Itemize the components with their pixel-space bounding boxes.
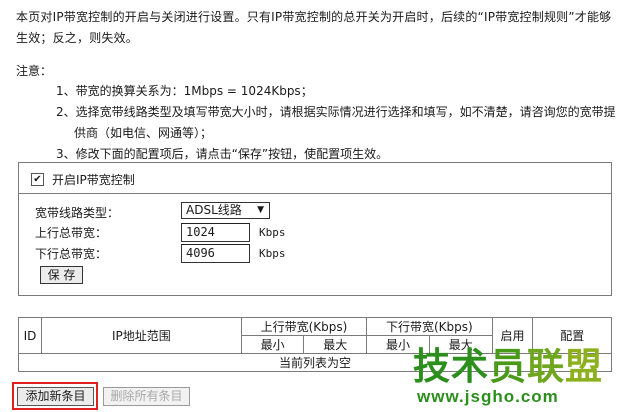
down-bandwidth-input[interactable]: 4096 (181, 244, 250, 263)
enable-control-row[interactable]: ✔ 开启IP带宽控制 (31, 171, 135, 188)
down-bandwidth-unit: Kbps (259, 247, 286, 260)
up-bandwidth-label: 上行总带宽： (35, 226, 108, 240)
col-id-header: ID (18, 317, 42, 354)
notes-title: 注意： (16, 64, 53, 78)
rules-table: ID IP地址范围 上行带宽(Kbps) 下行带宽(Kbps) 启用 配置 最小… (18, 317, 612, 372)
line-type-label: 宽带线路类型： (35, 206, 120, 220)
col-config-header: 配置 (532, 317, 612, 354)
add-entry-button[interactable]: 添加新条目 (17, 387, 94, 406)
col-up-bandwidth-header: 上行带宽(Kbps) (240, 317, 368, 336)
checkmark-icon: ✔ (33, 173, 42, 185)
dropdown-arrow-icon: ▼ (257, 205, 264, 215)
col-down-bandwidth-header: 下行带宽(Kbps) (366, 317, 493, 336)
bandwidth-settings-panel: 宽带线路类型： ADSL线路 ▼ 上行总带宽： 1024 Kbps 下行总带宽：… (18, 193, 612, 296)
up-bandwidth-unit: Kbps (259, 226, 286, 239)
down-min-header: 最小 (366, 335, 430, 354)
table-empty-row: 当前列表为空 (18, 353, 612, 372)
note-item-2: 2、选择宽带线路类型及填写带宽大小时，请根据实际情况进行选择和填写，如不清楚，请… (56, 105, 616, 119)
up-min-header: 最小 (240, 335, 305, 354)
line-type-select[interactable]: ADSL线路 ▼ (181, 202, 270, 219)
down-max-header: 最大 (428, 335, 493, 354)
col-ip-range-header: IP地址范围 (40, 317, 242, 354)
intro-text: 本页对IP带宽控制的开启与关闭进行设置。只有IP带宽控制的总开关为开启时，后续的… (16, 7, 628, 49)
enable-control-panel: ✔ 开启IP带宽控制 (18, 162, 612, 194)
down-bandwidth-label: 下行总带宽： (35, 247, 108, 261)
delete-all-button[interactable]: 删除所有条目 (103, 387, 190, 406)
enable-label: 开启IP带宽控制 (52, 173, 135, 187)
intro-line-1: 本页对IP带宽控制的开启与关闭进行设置。只有IP带宽控制的总开关为开启时，后续的… (16, 10, 612, 24)
notes-list: 1、带宽的换算关系为：1Mbps = 1024Kbps； 2、选择宽带线路类型及… (56, 81, 624, 165)
watermark-url: www.jsgho.com (417, 387, 559, 406)
note-item-2-continued: 供商（如电信、网通等）； (74, 126, 213, 140)
up-max-header: 最大 (303, 335, 368, 354)
save-button[interactable]: 保 存 (40, 266, 83, 284)
intro-line-2: 生效；反之，则失效。 (16, 31, 139, 45)
enable-checkbox[interactable]: ✔ (31, 173, 44, 186)
col-enable-header: 启用 (491, 317, 534, 354)
note-item-1: 1、带宽的换算关系为：1Mbps = 1024Kbps； (56, 84, 313, 98)
up-bandwidth-input[interactable]: 1024 (181, 223, 250, 242)
line-type-value: ADSL线路 (186, 203, 242, 217)
